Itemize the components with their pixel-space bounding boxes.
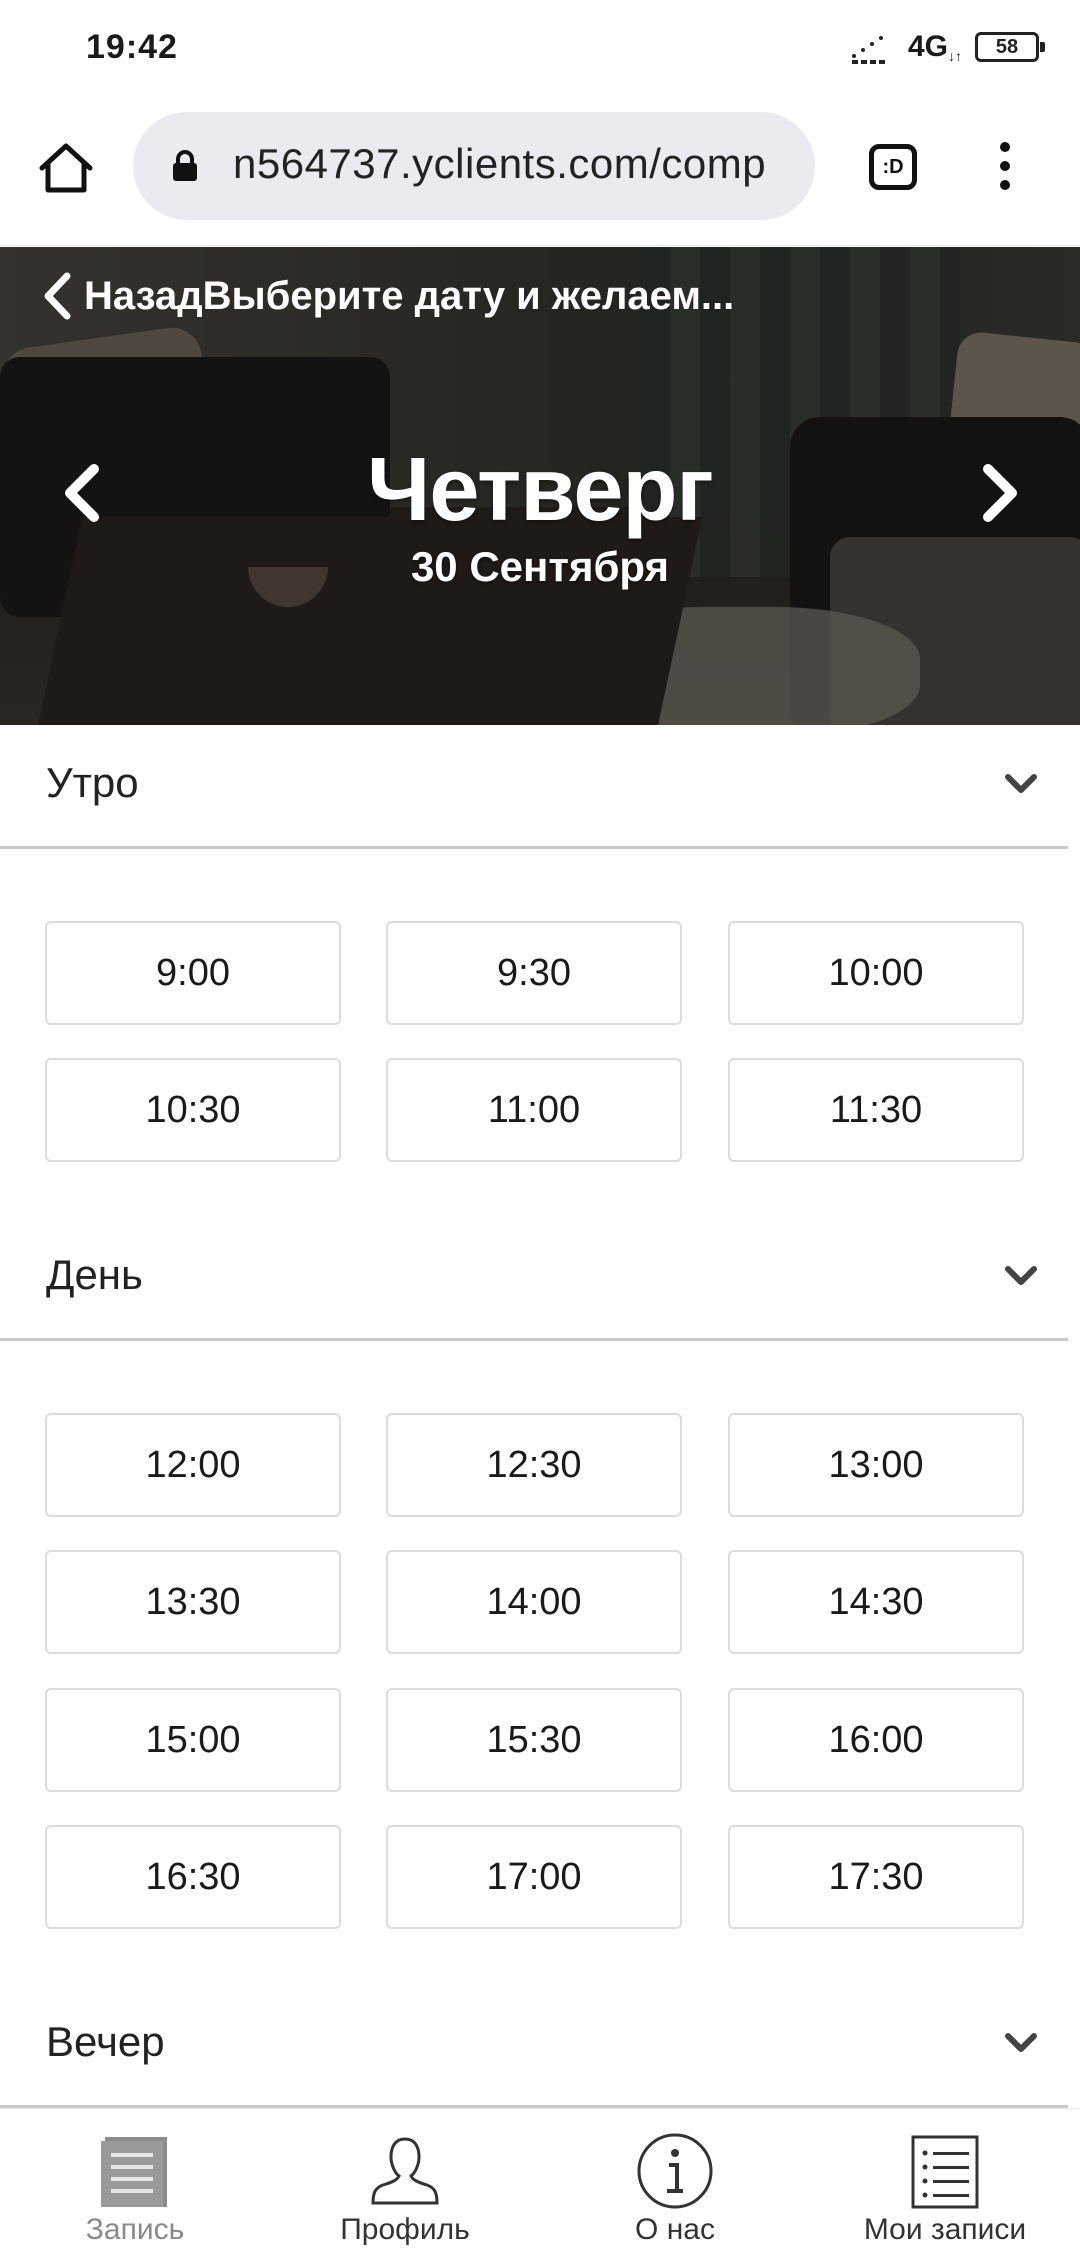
time-slot[interactable]: 12:30 <box>386 1413 682 1517</box>
time-slot[interactable]: 12:00 <box>45 1413 341 1517</box>
time-slot[interactable]: 17:30 <box>728 1825 1024 1929</box>
section-title: День <box>46 1251 143 1298</box>
signal-icon <box>852 32 894 64</box>
date-header: Назад Выберите дату и желаем... Четверг 3… <box>0 247 1080 725</box>
time-slot[interactable]: 15:00 <box>45 1688 341 1792</box>
chevron-down-icon <box>1005 2033 1037 2052</box>
nav-profile[interactable]: Профиль <box>270 2109 540 2248</box>
time-slot[interactable]: 13:00 <box>728 1413 1024 1517</box>
day-name: Четверг <box>367 440 714 540</box>
profile-icon <box>371 2137 439 2205</box>
selected-date: 30 Сентября <box>410 543 670 590</box>
time-slot[interactable]: 17:00 <box>386 1825 682 1929</box>
time-slot[interactable]: 10:00 <box>728 921 1024 1025</box>
time-slot[interactable]: 14:00 <box>386 1550 682 1654</box>
url-text: n564737.yclients.com/comp <box>233 140 767 187</box>
time-slot[interactable]: 16:30 <box>45 1825 341 1929</box>
nav-label: О нас <box>635 2213 715 2246</box>
section-evening[interactable]: Вечер <box>0 1984 1068 2108</box>
network-type: 4G↓↑ <box>908 30 963 64</box>
next-day-icon[interactable] <box>978 461 1022 525</box>
time-slot[interactable]: 11:00 <box>386 1058 682 1162</box>
time-slot[interactable]: 16:00 <box>728 1688 1024 1792</box>
section-title: Утро <box>46 759 139 806</box>
home-icon[interactable] <box>36 138 96 198</box>
list-icon <box>911 2135 979 2209</box>
nav-my-bookings[interactable]: Мои записи <box>810 2109 1080 2248</box>
nav-booking[interactable]: Запись <box>0 2109 270 2248</box>
nav-about[interactable]: О нас <box>540 2109 810 2248</box>
back-button[interactable]: Назад Выберите дату и желаем... <box>42 269 734 323</box>
booking-icon <box>101 2137 167 2207</box>
status-time: 19:42 <box>86 28 178 66</box>
info-icon <box>637 2133 713 2209</box>
time-slot[interactable]: 10:30 <box>45 1058 341 1162</box>
time-slot[interactable]: 9:00 <box>45 921 341 1025</box>
section-day[interactable]: День <box>0 1217 1068 1341</box>
time-slot[interactable]: 9:30 <box>386 921 682 1025</box>
nav-label: Запись <box>85 2213 185 2246</box>
lock-icon <box>173 150 197 181</box>
browser-toolbar: n564737.yclients.com/comp :D <box>0 100 1080 246</box>
time-slot[interactable]: 13:30 <box>45 1550 341 1654</box>
status-bar: 19:42 4G↓↑ 58 <box>0 0 1080 100</box>
bottom-navigation: Запись Профиль О нас Мои записи <box>0 2108 1080 2248</box>
tabs-button[interactable]: :D <box>869 144 917 190</box>
battery-level: 58 <box>995 36 1019 58</box>
chevron-down-icon <box>1005 1266 1037 1285</box>
chevron-left-icon <box>44 272 71 320</box>
section-morning[interactable]: Утро <box>0 725 1068 849</box>
nav-label: Мои записи <box>863 2213 1027 2246</box>
chevron-down-icon <box>1005 774 1037 793</box>
time-slot[interactable]: 14:30 <box>728 1550 1024 1654</box>
time-slot[interactable]: 15:30 <box>386 1688 682 1792</box>
section-title: Вечер <box>46 2018 165 2065</box>
more-menu-icon[interactable] <box>990 142 1020 194</box>
nav-label: Профиль <box>340 2213 470 2246</box>
back-label: Назад <box>84 273 203 318</box>
time-slot[interactable]: 11:30 <box>728 1058 1024 1162</box>
address-bar[interactable]: n564737.yclients.com/comp <box>133 112 815 220</box>
page-title: Выберите дату и желаем... <box>202 273 735 318</box>
battery-icon: 58 <box>975 32 1045 62</box>
